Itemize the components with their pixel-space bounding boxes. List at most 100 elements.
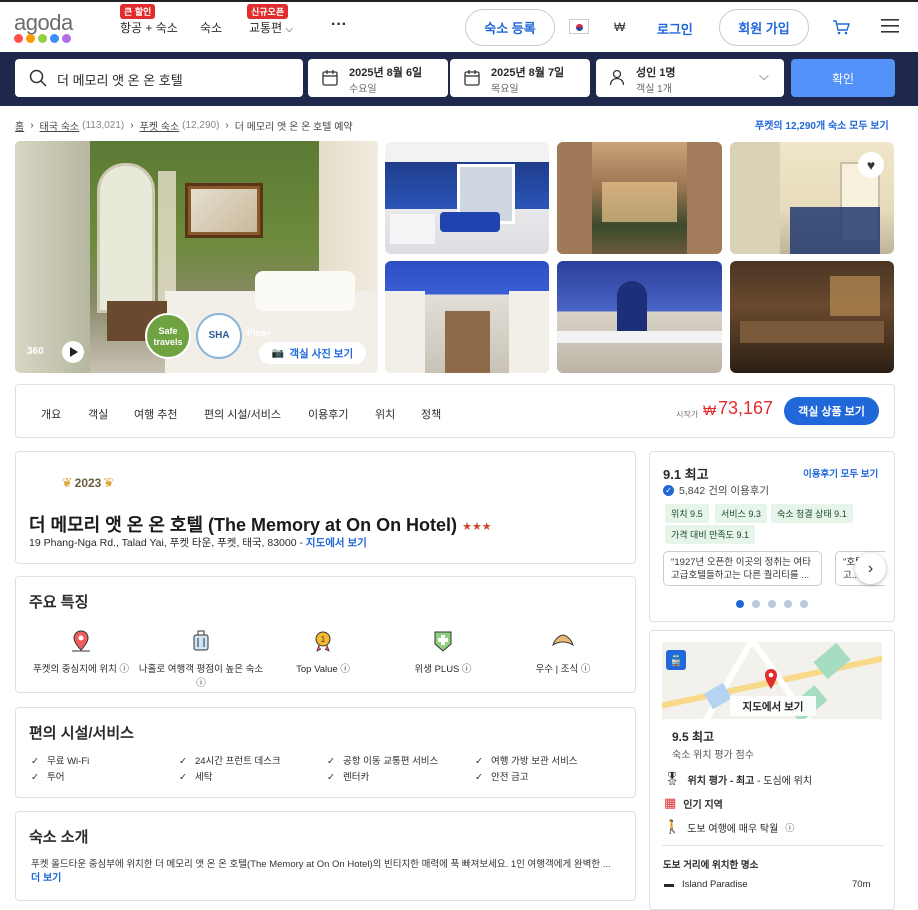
- guests-rooms: 객실 1개: [636, 84, 672, 95]
- tab-facilities[interactable]: 편의 시설/서비스: [204, 406, 281, 422]
- feature-top-value: 1 Top Value ⓘ: [258, 629, 388, 675]
- location-rating-row: 🎖 위치 평가 - 최고 - 도심에 위치: [664, 771, 813, 787]
- agoda-logo[interactable]: agoda: [14, 10, 73, 36]
- tab-location[interactable]: 위치: [375, 406, 395, 422]
- tab-reviews[interactable]: 이용후기: [308, 406, 348, 422]
- hotel-info-card: ❦ 2023 ❦ 더 메모리 앳 온 온 호텔 (The Memory at On …: [15, 451, 636, 564]
- play-video-icon[interactable]: [62, 341, 84, 363]
- destination-input[interactable]: 더 메모리 앳 온 온 호텔: [15, 59, 303, 97]
- carousel-dot[interactable]: [800, 600, 808, 608]
- nearby-item[interactable]: ▬ Island Paradise: [664, 879, 747, 890]
- checkout-date: 2025년 8월 7일: [491, 67, 565, 79]
- review-quote-card[interactable]: "1927년 오픈한 이곳의 정취는 여타 고급호텔들하고는 다른 퀄리티를 .…: [663, 551, 822, 586]
- gallery-photo-4[interactable]: ♥: [730, 142, 894, 254]
- carousel-dot[interactable]: [752, 600, 760, 608]
- currency-selector[interactable]: ₩: [614, 20, 625, 34]
- map-view-button[interactable]: 지도에서 보기: [730, 696, 816, 716]
- feature-breakfast: 우수 | 조식 ⓘ: [498, 629, 628, 675]
- nearby-title: 도보 거리에 위치한 명소: [663, 860, 759, 871]
- tab-overview[interactable]: 개요: [41, 406, 61, 422]
- favorite-heart-icon[interactable]: ♥: [858, 152, 884, 178]
- popular-area-row: ▦ 인기 지역: [664, 795, 723, 811]
- location-card: 🚆 지도에서 보기 9.5 최고 숙소 위치 평가 점수 🎖 위치 평가 - 최…: [649, 630, 895, 910]
- about-title: 숙소 소개: [29, 829, 89, 846]
- feature-hygiene-plus: 위생 PLUS ⓘ: [378, 629, 508, 675]
- korea-flag-icon[interactable]: [569, 19, 589, 34]
- location-map[interactable]: 🚆 지도에서 보기: [662, 642, 882, 719]
- gallery-photo-5[interactable]: [385, 261, 549, 373]
- more-menu-icon[interactable]: ···: [331, 16, 347, 34]
- nav-transport[interactable]: 교통편 ⌵: [249, 19, 293, 36]
- search-submit-button[interactable]: 확인: [791, 59, 895, 97]
- divider: [662, 845, 884, 846]
- nearby-distance: 70m: [852, 879, 871, 890]
- breadcrumb-country[interactable]: 태국 숙소: [40, 118, 80, 133]
- facilities-title: 편의 시설/서비스: [29, 725, 134, 742]
- destination-value: 더 메모리 앳 온 온 호텔: [57, 73, 183, 88]
- carousel-dot-active[interactable]: [736, 600, 744, 608]
- location-score: 9.5 최고: [672, 730, 715, 744]
- main-hotel-photo[interactable]: 360 Safe travels SHA Plus+ 📷 객실 사진 보기: [15, 141, 378, 373]
- view-rooms-button[interactable]: 객실 상품 보기: [784, 397, 879, 425]
- facility-item: 무료 Wi-Fi: [31, 753, 89, 767]
- croissant-icon: [552, 634, 574, 647]
- checkin-day: 수요일: [349, 84, 377, 95]
- 360-view-icon[interactable]: 360: [27, 346, 44, 357]
- carousel-dot[interactable]: [768, 600, 776, 608]
- room-photos-button[interactable]: 📷 객실 사진 보기: [259, 342, 366, 364]
- chevron-right-icon: ›: [130, 120, 134, 131]
- guests-adults: 성인 1명: [636, 67, 676, 79]
- cart-icon[interactable]: [832, 19, 850, 36]
- chevron-right-icon: ›: [225, 120, 229, 131]
- signup-button[interactable]: 회원 가입: [719, 9, 809, 46]
- facility-item: 안전 금고: [475, 769, 529, 783]
- all-reviews-link[interactable]: 이용후기 모두 보기: [803, 466, 878, 480]
- checkout-day: 목요일: [491, 84, 519, 95]
- score-chip-service: 서비스 9.3: [715, 504, 767, 523]
- tab-rooms[interactable]: 객실: [88, 406, 108, 422]
- carousel-dot[interactable]: [784, 600, 792, 608]
- map-pin-icon: [765, 669, 777, 689]
- logo-dots: [14, 34, 71, 43]
- gallery-photo-2[interactable]: [385, 142, 549, 254]
- gallery-photo-3[interactable]: [557, 142, 722, 254]
- guests-field[interactable]: 성인 1명 객실 1개 ⌵: [596, 59, 784, 97]
- nav-flight-hotel[interactable]: 항공 + 숙소: [120, 19, 178, 36]
- safe-travels-badge: Safe travels: [145, 313, 191, 359]
- view-on-map-link[interactable]: 지도에서 보기: [306, 537, 367, 549]
- facilities-card: 편의 시설/서비스 무료 Wi-Fi 24시간 프런트 데스크 공항 이동 교통…: [15, 707, 636, 798]
- svg-text:1: 1: [321, 635, 326, 644]
- breadcrumb-country-count: (113,021): [82, 120, 125, 131]
- list-property-button[interactable]: 숙소 등록: [465, 9, 555, 46]
- breadcrumb: 홈 › 태국 숙소 (113,021) › 푸켓 숙소 (12,290) › 더…: [15, 118, 353, 133]
- sha-plus-label: Plus+: [247, 328, 272, 338]
- login-link[interactable]: 로그인: [657, 19, 693, 38]
- about-text: 푸켓 올드타운 중심부에 위치한 더 메모리 앳 온 온 호텔(The Memo…: [31, 859, 611, 870]
- breadcrumb-city[interactable]: 푸켓 숙소: [140, 118, 180, 133]
- read-more-link[interactable]: 더 보기: [31, 869, 61, 884]
- top-navigation-bar: agoda 큰 할인 항공 + 숙소 숙소 신규오픈 교통편 ⌵ ··· 숙소 …: [0, 0, 918, 52]
- see-all-properties-link[interactable]: 푸켓의 12,290개 숙소 모두 보기: [755, 117, 889, 132]
- tab-recommendations[interactable]: 여행 추천: [134, 406, 178, 422]
- verified-check-icon: ✓: [663, 485, 674, 496]
- hamburger-menu-icon[interactable]: [881, 18, 899, 34]
- score-chip-cleanliness: 숙소 청결 상태 9.1: [771, 504, 853, 523]
- chevron-down-icon: ⌵: [759, 68, 769, 83]
- info-icon[interactable]: ⓘ: [785, 821, 794, 834]
- breadcrumb-home[interactable]: 홈: [15, 118, 24, 133]
- review-score: 9.1 최고: [663, 467, 709, 482]
- carousel-next-button[interactable]: ›: [855, 553, 886, 584]
- facility-item: 24시간 프런트 데스크: [179, 753, 281, 767]
- nav-hotels[interactable]: 숙소: [200, 19, 222, 36]
- breadcrumb-city-count: (12,290): [182, 120, 220, 131]
- feature-solo-traveler: 나홀로 여행객 평점이 높은 숙소 ⓘ: [136, 629, 266, 689]
- gallery-photo-6[interactable]: [557, 261, 722, 373]
- checkout-field[interactable]: 2025년 8월 7일 목요일: [450, 59, 590, 97]
- score-chip-value: 가격 대비 만족도 9.1: [665, 525, 755, 544]
- gallery-photo-7[interactable]: [730, 261, 894, 373]
- tab-policies[interactable]: 정책: [421, 406, 441, 422]
- score-chip-location: 위치 9.5: [665, 504, 709, 523]
- checkin-field[interactable]: 2025년 8월 6일 수요일: [308, 59, 448, 97]
- building-icon: ▦: [664, 795, 677, 810]
- chevron-down-icon: ⌵: [285, 24, 294, 35]
